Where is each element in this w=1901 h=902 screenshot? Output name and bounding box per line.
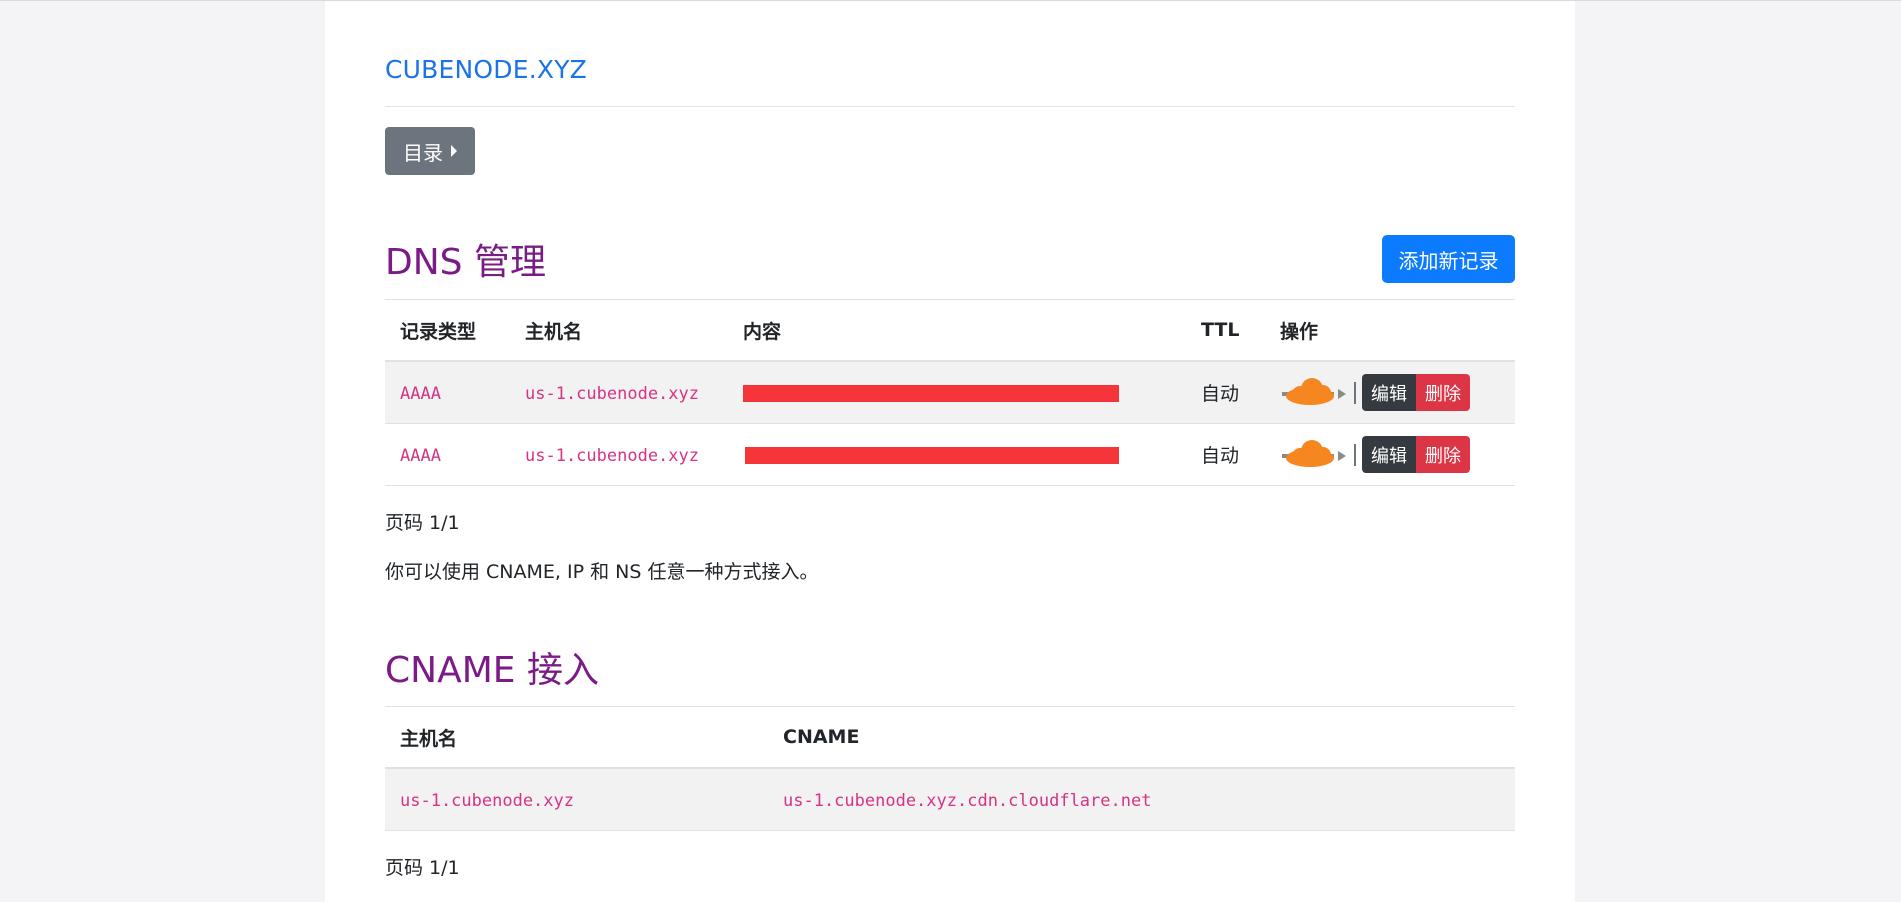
row-action-group: 编辑 删除 [1362, 374, 1470, 411]
record-ttl: 自动 [1186, 361, 1265, 424]
dns-pagination: 页码 1/1 [385, 512, 460, 534]
record-host: us-1.cubenode.xyz [525, 445, 699, 466]
record-host: us-1.cubenode.xyz [525, 383, 699, 404]
cname-pagination: 页码 1/1 [385, 857, 460, 879]
directory-label: 目录 [403, 140, 443, 165]
access-note: 你可以使用 CNAME, IP 和 NS 任意一种方式接入。 [385, 561, 819, 583]
table-header-row: 记录类型 主机名 内容 TTL 操作 [385, 299, 1515, 362]
redacted-content [745, 446, 1119, 464]
main-container: CUBENODE.XYZ 目录 DNS 管理 添加新记录 记录类型 主机名 内容… [325, 1, 1575, 902]
dns-records-table: 记录类型 主机名 内容 TTL 操作 AAAA us-1.cubenode.xy… [385, 299, 1515, 486]
col-ttl: TTL [1186, 299, 1265, 362]
row-action-group: 编辑 删除 [1362, 436, 1470, 473]
dns-section-title: DNS 管理 [385, 242, 546, 283]
table-row: AAAA us-1.cubenode.xyz 自动 编辑 删除 [385, 423, 1515, 486]
col-actions: 操作 [1265, 299, 1515, 362]
redacted-content [743, 384, 1119, 402]
col-content: 内容 [728, 299, 1186, 362]
col-hostname: 主机名 [510, 299, 728, 362]
col-hostname: 主机名 [385, 706, 768, 769]
directory-button[interactable]: 目录 [385, 127, 475, 175]
record-ttl: 自动 [1186, 423, 1265, 486]
col-record-type: 记录类型 [385, 299, 510, 362]
cname-host: us-1.cubenode.xyz [400, 790, 574, 811]
site-title[interactable]: CUBENODE.XYZ [385, 55, 587, 84]
record-type: AAAA [400, 383, 441, 404]
delete-button[interactable]: 删除 [1416, 374, 1470, 411]
separator [1354, 381, 1356, 404]
table-row: us-1.cubenode.xyz us-1.cubenode.xyz.cdn.… [385, 768, 1515, 831]
table-header-row: 主机名 CNAME [385, 706, 1515, 769]
cloudflare-proxied-cloud-icon[interactable] [1280, 373, 1348, 413]
cloudflare-proxied-cloud-icon[interactable] [1280, 435, 1348, 475]
caret-right-icon [451, 145, 457, 157]
edit-button[interactable]: 编辑 [1362, 436, 1416, 473]
separator [1354, 443, 1356, 466]
cname-section-title: CNAME 接入 [385, 650, 599, 691]
cname-target: us-1.cubenode.xyz.cdn.cloudflare.net [783, 790, 1152, 811]
col-cname: CNAME [768, 706, 1515, 769]
edit-button[interactable]: 编辑 [1362, 374, 1416, 411]
delete-button[interactable]: 删除 [1416, 436, 1470, 473]
cname-table: 主机名 CNAME us-1.cubenode.xyz us-1.cubenod… [385, 706, 1515, 831]
record-type: AAAA [400, 445, 441, 466]
table-row: AAAA us-1.cubenode.xyz 自动 编辑 删除 [385, 361, 1515, 424]
add-record-button[interactable]: 添加新记录 [1382, 235, 1515, 283]
divider [385, 106, 1515, 107]
